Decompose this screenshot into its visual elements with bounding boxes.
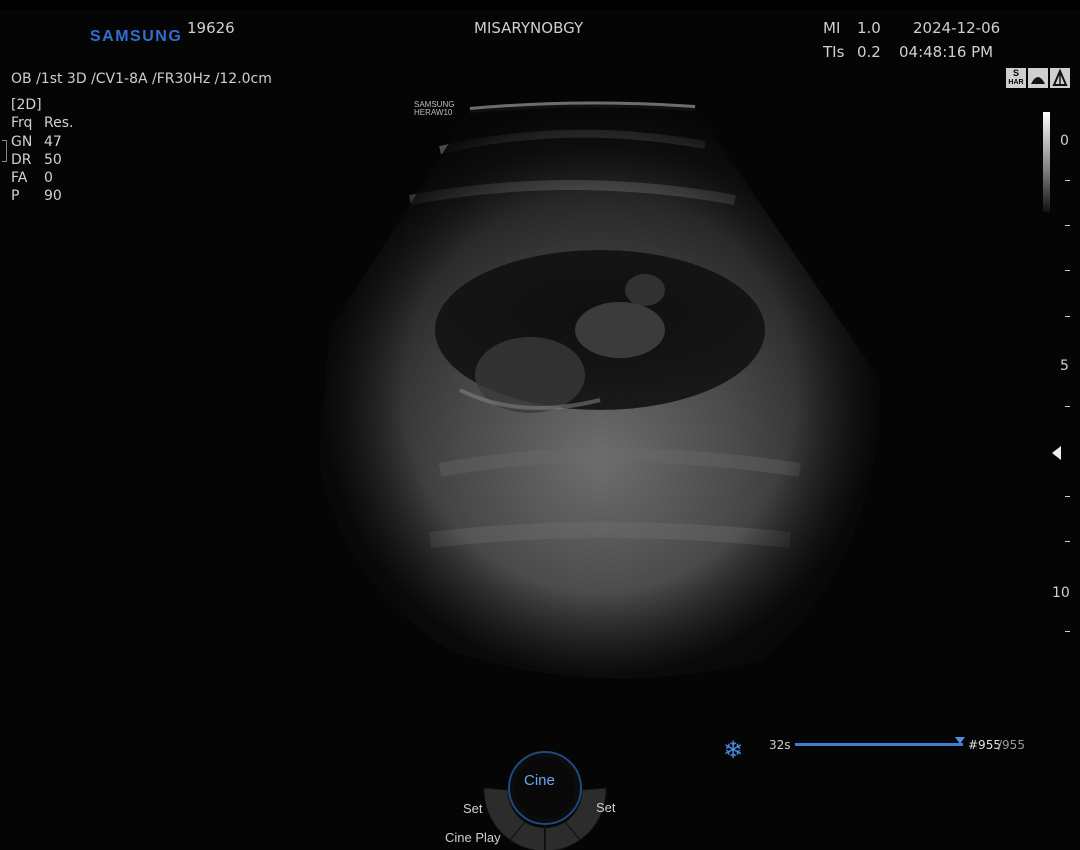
cine-frame-current: #955 <box>968 738 1001 752</box>
cine-play-button[interactable]: Cine Play <box>445 830 501 845</box>
sector-scan <box>320 101 880 678</box>
depth-tick <box>1065 496 1070 497</box>
set-left-button[interactable]: Set <box>463 801 483 816</box>
depth-tick <box>1065 270 1070 271</box>
depth-label-10: 10 <box>1052 585 1070 601</box>
grayscale-bar <box>1043 112 1050 212</box>
depth-label-5: 5 <box>1060 358 1069 374</box>
snowflake-icon: ❄ <box>723 736 744 764</box>
depth-tick <box>1065 180 1070 181</box>
cine-button[interactable]: Cine <box>524 772 555 789</box>
set-right-button[interactable]: Set <box>596 800 616 815</box>
depth-tick <box>1065 541 1070 542</box>
cine-duration: 32s <box>769 738 791 752</box>
cine-progress-bar[interactable] <box>795 743 963 746</box>
depth-tick <box>1065 631 1070 632</box>
ultrasound-image[interactable] <box>0 0 1080 850</box>
depth-tick <box>1065 406 1070 407</box>
depth-tick <box>1065 225 1070 226</box>
cine-frame-total: /955 <box>998 738 1025 752</box>
focus-marker[interactable] <box>1052 446 1061 460</box>
cine-position-marker[interactable] <box>955 737 965 744</box>
depth-tick <box>1065 316 1070 317</box>
depth-label-0: 0 <box>1060 133 1069 149</box>
